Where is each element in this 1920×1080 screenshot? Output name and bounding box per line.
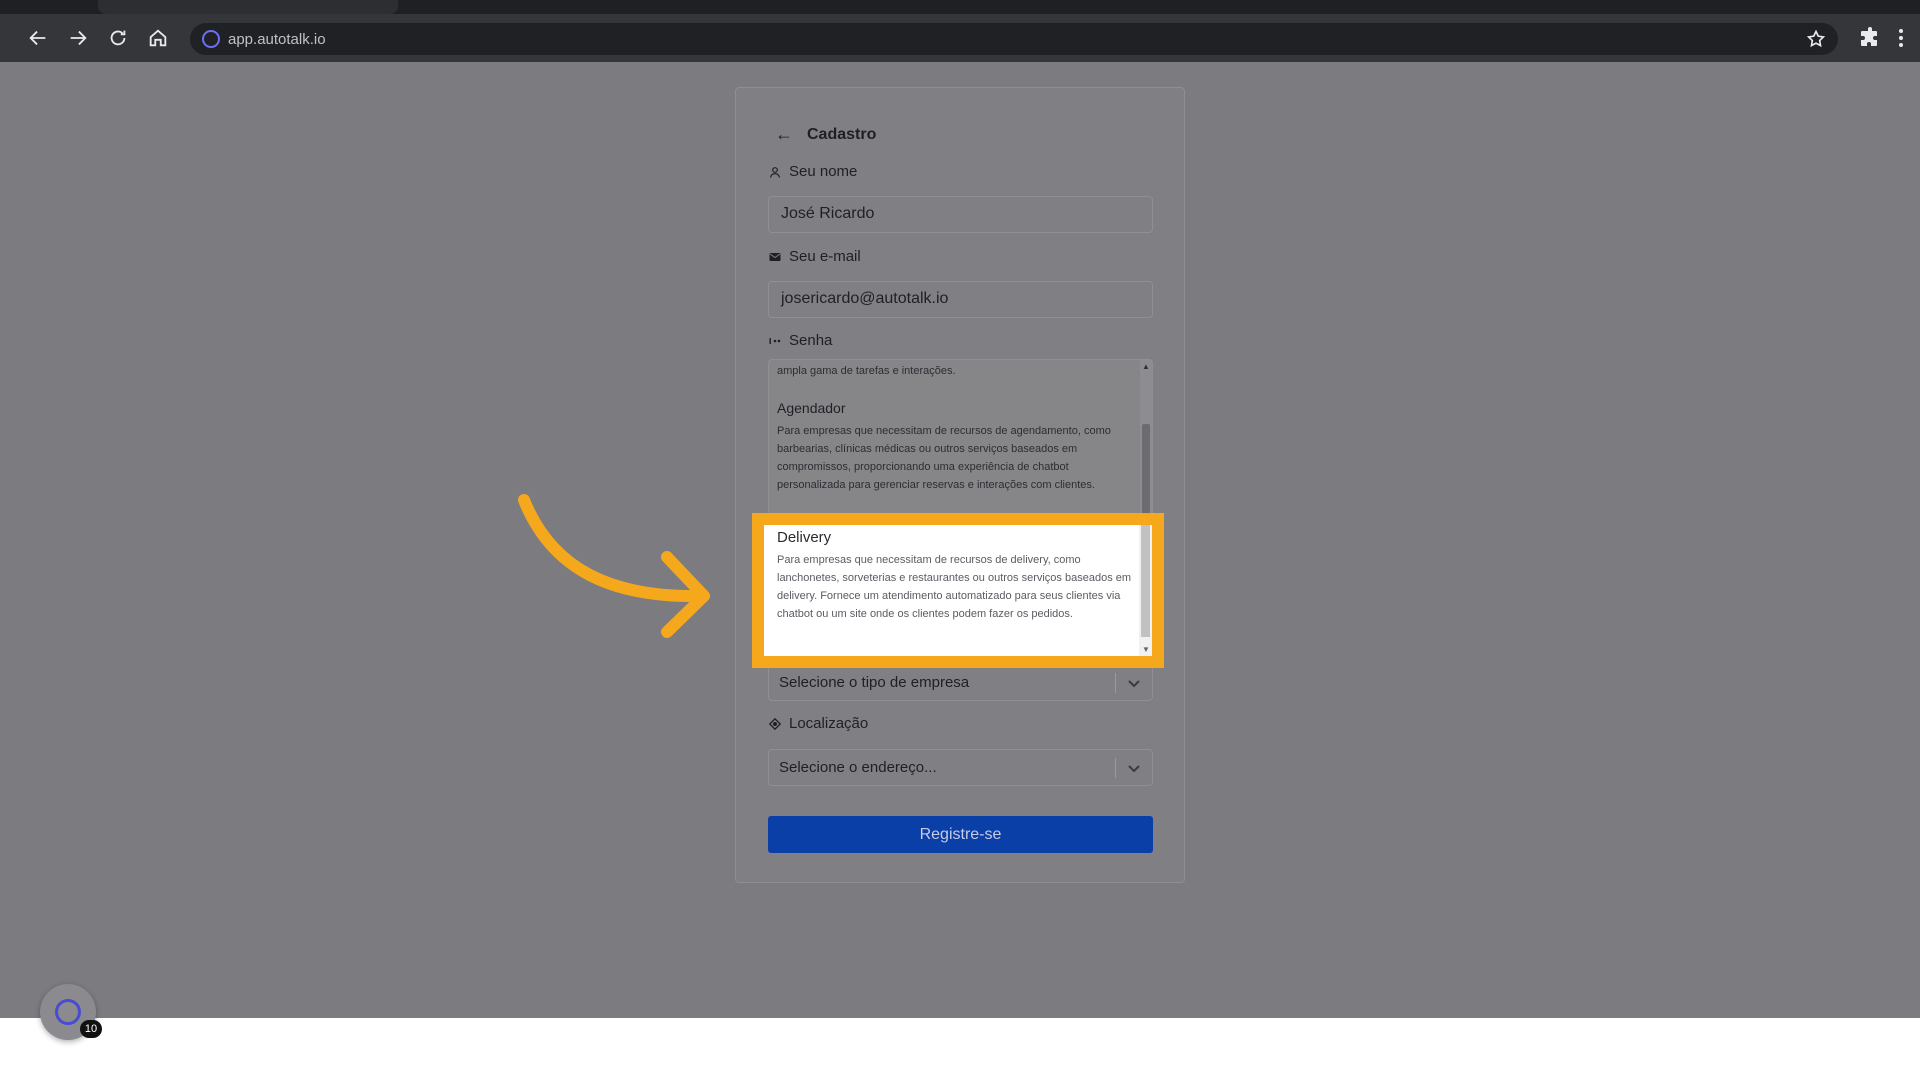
password-label-text: Senha [789,332,833,349]
scrollbar-thumb[interactable] [1142,424,1150,514]
floating-assistant-widget[interactable]: 10 [40,984,102,1040]
location-label: Localização [769,715,868,732]
option-title: Agendador [777,400,846,416]
location-placeholder: Selecione o endereço... [779,759,937,776]
select-divider [1115,673,1116,693]
mail-icon [769,252,781,261]
reload-icon[interactable] [104,24,132,52]
extensions-puzzle-icon[interactable] [1858,26,1882,50]
option-agendador[interactable]: Agendador Para empresas que necessitam d… [777,400,1132,494]
name-label: Seu nome [769,163,857,180]
back-icon[interactable] [24,24,52,52]
location-label-text: Localização [789,715,869,732]
chevron-down-icon[interactable] [1126,760,1142,776]
name-label-text: Seu nome [789,163,858,180]
option-description: Para empresas que necessitam de recursos… [777,425,1111,491]
page-title: Cadastro [807,125,877,143]
browser-tab-strip [0,0,1920,14]
highlight-box [752,513,1164,668]
company-type-select[interactable]: Selecione o tipo de empresa [768,664,1153,701]
scroll-up-icon[interactable]: ▲ [1142,362,1150,371]
location-diamond-icon [769,717,781,730]
list-item-partial[interactable]: ampla gama de tarefas e interações. [777,362,1132,380]
browser-toolbar: app.autotalk.io [0,14,1920,62]
browser-menu-icon[interactable] [1892,26,1910,50]
chevron-down-icon[interactable] [1126,675,1142,691]
select-divider [1115,758,1116,778]
location-select[interactable]: Selecione o endereço... [768,749,1153,786]
notification-badge: 10 [80,1020,102,1038]
site-favicon-icon [202,30,220,48]
assistant-logo-icon [55,999,81,1025]
password-dots-icon [769,337,781,344]
password-label: Senha [769,332,832,349]
name-field[interactable]: José Ricardo [768,196,1153,233]
email-label-text: Seu e-mail [789,248,861,265]
bookmark-star-icon[interactable] [1806,29,1826,49]
home-icon[interactable] [144,24,172,52]
user-icon [769,166,781,178]
address-bar-url: app.autotalk.io [228,31,326,48]
annotation-arrow-icon [518,494,710,638]
forward-icon[interactable] [64,24,92,52]
signup-card: ← Cadastro Seu nome José Ricardo Seu e-m… [735,87,1185,883]
partial-option-text: ampla gama de tarefas e interações. [777,365,956,377]
email-field[interactable]: josericardo@autotalk.io [768,281,1153,318]
email-label: Seu e-mail [769,248,861,265]
address-bar[interactable]: app.autotalk.io [190,23,1838,55]
card-header: ← Cadastro [775,124,876,145]
active-tab[interactable] [98,0,398,14]
back-arrow-icon[interactable]: ← [775,124,793,145]
company-type-placeholder: Selecione o tipo de empresa [779,674,970,691]
register-button[interactable]: Registre-se [768,816,1153,853]
